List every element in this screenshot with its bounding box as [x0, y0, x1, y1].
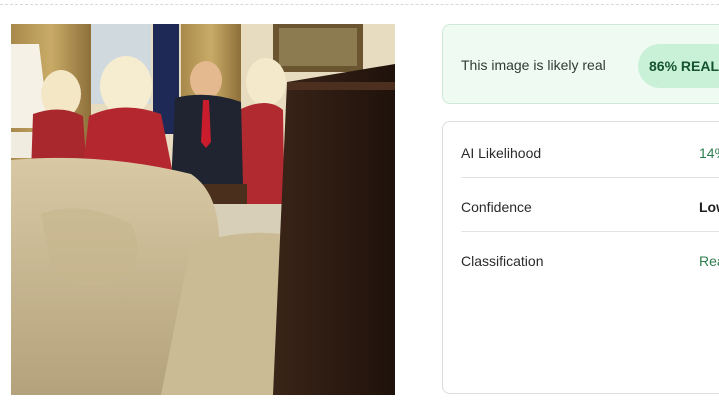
- details-card: AI Likelihood 14% Confidence Low Classif…: [442, 121, 719, 394]
- analyzed-image: [11, 24, 395, 395]
- row-ai-likelihood: AI Likelihood 14%: [461, 124, 719, 178]
- verdict-banner: This image is likely real 86% REAL: [442, 24, 719, 104]
- classification-value: Real: [699, 253, 719, 269]
- row-classification: Classification Real: [461, 232, 719, 286]
- confidence-label: Confidence: [461, 199, 532, 215]
- real-score-badge: 86% REAL: [638, 44, 719, 88]
- ai-likelihood-label: AI Likelihood: [461, 145, 542, 161]
- photo-illustration: [11, 24, 395, 395]
- top-divider: [0, 4, 719, 5]
- result-page: This image is likely real 86% REAL AI Li…: [0, 0, 719, 404]
- classification-label: Classification: [461, 253, 544, 269]
- ai-likelihood-value: 14%: [699, 145, 719, 161]
- verdict-text: This image is likely real: [461, 57, 606, 73]
- row-confidence: Confidence Low: [461, 178, 719, 232]
- confidence-value: Low: [699, 199, 719, 215]
